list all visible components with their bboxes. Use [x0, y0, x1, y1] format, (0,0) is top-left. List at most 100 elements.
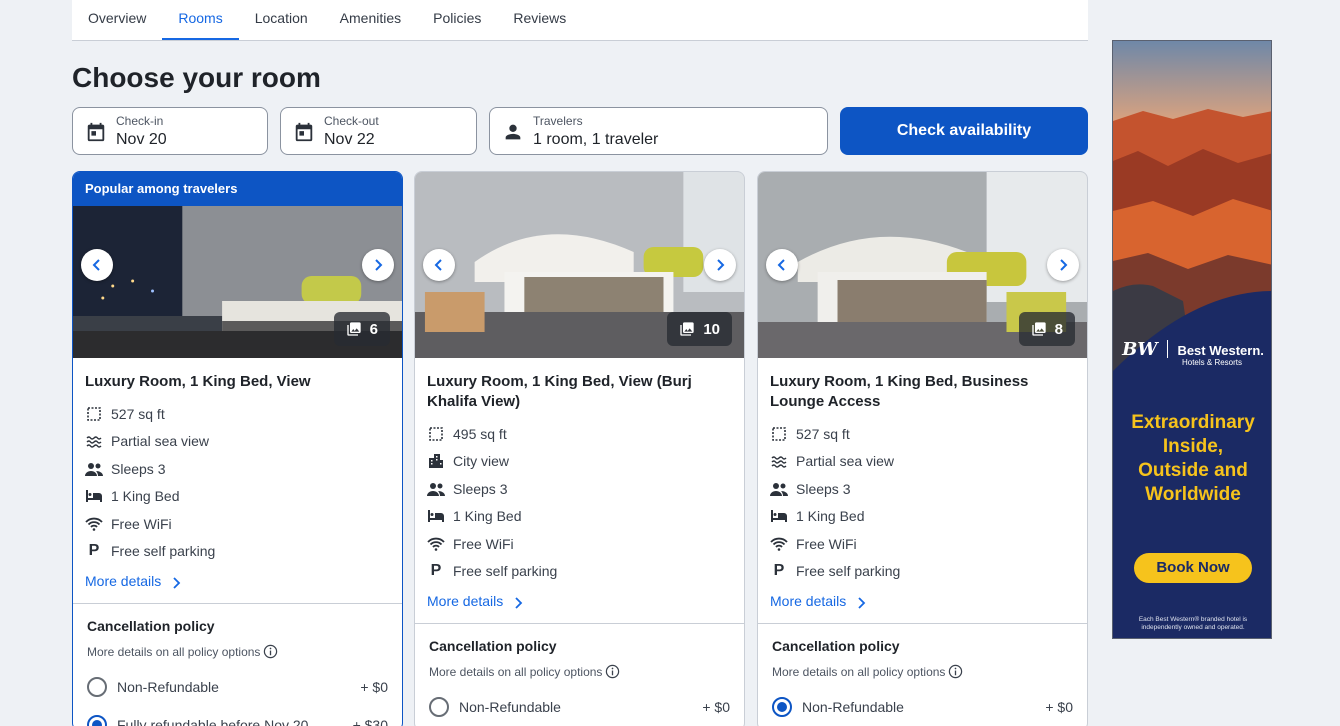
bed-icon [770, 507, 788, 525]
amenity-item: City view [427, 448, 732, 476]
waves-icon [85, 432, 103, 450]
property-tabs: Overview Rooms Location Amenities Polici… [72, 0, 1088, 41]
amenity-item: Partial sea view [770, 448, 1075, 476]
chevron-right-icon [717, 259, 725, 271]
chevron-left-icon [92, 259, 100, 271]
room-name[interactable]: Luxury Room, 1 King Bed, Business Lounge… [758, 358, 1087, 410]
info-icon [264, 644, 278, 659]
cancellation-title: Cancellation policy [429, 638, 557, 654]
advertisement-banner[interactable]: BW Best Western. Hotels & Resorts Extrao… [1112, 40, 1272, 639]
policy-option-non-refundable[interactable]: Non-Refundable + $0 [772, 697, 1073, 717]
floor-plan-icon [770, 425, 788, 443]
check-availability-button[interactable]: Check availability [840, 107, 1088, 155]
tab-policies[interactable]: Policies [417, 0, 497, 40]
radio-button[interactable] [772, 697, 792, 717]
popular-banner: Popular among travelers [73, 172, 402, 206]
parking-icon: P [88, 542, 100, 560]
previous-photo-button[interactable] [423, 249, 455, 281]
room-photo[interactable]: 6 [73, 206, 402, 358]
policy-details-link[interactable]: More details on all policy options [772, 664, 1073, 679]
tab-rooms[interactable]: Rooms [162, 0, 239, 40]
amenity-item: P Free self parking [770, 558, 1075, 586]
brand-subtitle: Hotels & Resorts [1181, 358, 1243, 367]
calendar-icon [295, 122, 313, 142]
radio-button[interactable] [87, 677, 107, 697]
policy-details-link[interactable]: More details on all policy options [429, 664, 730, 679]
person-icon [505, 124, 521, 140]
room-photo[interactable]: 10 [415, 172, 744, 358]
policy-option-non-refundable[interactable]: Non-Refundable + $0 [429, 697, 730, 717]
brand-name: Best Western. [1177, 343, 1264, 358]
room-name[interactable]: Luxury Room, 1 King Bed, View [73, 358, 402, 390]
room-photo[interactable]: 8 [758, 172, 1087, 358]
checkin-field[interactable]: Check-in Nov 20 [72, 107, 268, 155]
wifi-icon [770, 535, 788, 553]
photo-gallery-button[interactable]: 6 [333, 312, 390, 346]
radio-button[interactable] [429, 697, 449, 717]
policy-details-link[interactable]: More details on all policy options [87, 644, 388, 659]
floor-plan-icon [427, 425, 445, 443]
checkin-value: Nov 20 [116, 131, 167, 148]
room-card: 10 Luxury Room, 1 King Bed, View (Burj K… [414, 171, 745, 726]
next-photo-button[interactable] [362, 249, 394, 281]
waves-icon [770, 452, 788, 470]
next-photo-button[interactable] [704, 249, 736, 281]
amenity-item: P Free self parking [85, 538, 390, 566]
people-icon [770, 480, 788, 498]
info-icon [606, 664, 620, 679]
cancellation-title: Cancellation policy [772, 638, 900, 654]
checkout-label: Check-out [324, 114, 379, 128]
chevron-right-icon [173, 577, 181, 589]
previous-photo-button[interactable] [81, 249, 113, 281]
previous-photo-button[interactable] [766, 249, 798, 281]
photo-count: 10 [703, 320, 720, 338]
amenity-item: 495 sq ft [427, 420, 732, 448]
amenity-item: Sleeps 3 [85, 455, 390, 483]
wifi-icon [85, 515, 103, 533]
checkin-label: Check-in [116, 114, 164, 128]
travelers-value: 1 room, 1 traveler [533, 131, 659, 148]
checkout-field[interactable]: Check-out Nov 22 [280, 107, 477, 155]
photo-gallery-button[interactable]: 10 [667, 312, 732, 346]
checkout-value: Nov 22 [324, 131, 375, 148]
photo-count: 6 [369, 320, 378, 338]
travelers-label: Travelers [533, 114, 583, 128]
policy-option-non-refundable[interactable]: Non-Refundable + $0 [87, 677, 388, 697]
more-details-link[interactable]: More details [758, 585, 1087, 619]
radio-button[interactable] [87, 715, 107, 726]
chevron-right-icon [858, 597, 866, 609]
photo-gallery-button[interactable]: 8 [1018, 312, 1075, 346]
tab-reviews[interactable]: Reviews [497, 0, 582, 40]
ad-fine-print: Each Best Western® branded hotel is inde… [1138, 616, 1248, 631]
ad-headline: Extraordinary Inside, Outside and Worldw… [1131, 412, 1255, 505]
chevron-right-icon [1060, 259, 1068, 271]
travelers-field[interactable]: Travelers 1 room, 1 traveler [489, 107, 828, 155]
amenity-item: Free WiFi [770, 530, 1075, 558]
book-now-button[interactable]: Book Now [1134, 553, 1252, 583]
bed-icon [85, 487, 103, 505]
room-name[interactable]: Luxury Room, 1 King Bed, View (Burj Khal… [415, 358, 744, 410]
room-card: 8 Luxury Room, 1 King Bed, Business Loun… [757, 171, 1088, 726]
calendar-icon [87, 122, 105, 142]
amenity-item: 527 sq ft [770, 420, 1075, 448]
gallery-icon [1031, 322, 1046, 336]
more-details-link[interactable]: More details [73, 565, 402, 599]
policy-option-refundable[interactable]: Fully refundable before Nov 20 + $30 [87, 715, 388, 726]
photo-count: 8 [1054, 320, 1063, 338]
amenity-item: Sleeps 3 [427, 475, 732, 503]
page-title: Choose your room [72, 62, 321, 93]
tab-location[interactable]: Location [239, 0, 324, 40]
room-card: Popular among travelers 6 Luxury Room, 1… [72, 171, 403, 726]
floor-plan-icon [85, 405, 103, 423]
amenity-item: 1 King Bed [770, 503, 1075, 531]
more-details-link[interactable]: More details [415, 585, 744, 619]
parking-icon: P [430, 562, 442, 580]
tab-overview[interactable]: Overview [72, 0, 162, 40]
tab-amenities[interactable]: Amenities [324, 0, 417, 40]
amenity-item: Free WiFi [427, 530, 732, 558]
chevron-right-icon [375, 259, 383, 271]
next-photo-button[interactable] [1047, 249, 1079, 281]
chevron-left-icon [777, 259, 785, 271]
chevron-left-icon [434, 259, 442, 271]
amenity-list: 527 sq ft Partial sea view Sleeps 3 1 Ki… [73, 390, 402, 565]
